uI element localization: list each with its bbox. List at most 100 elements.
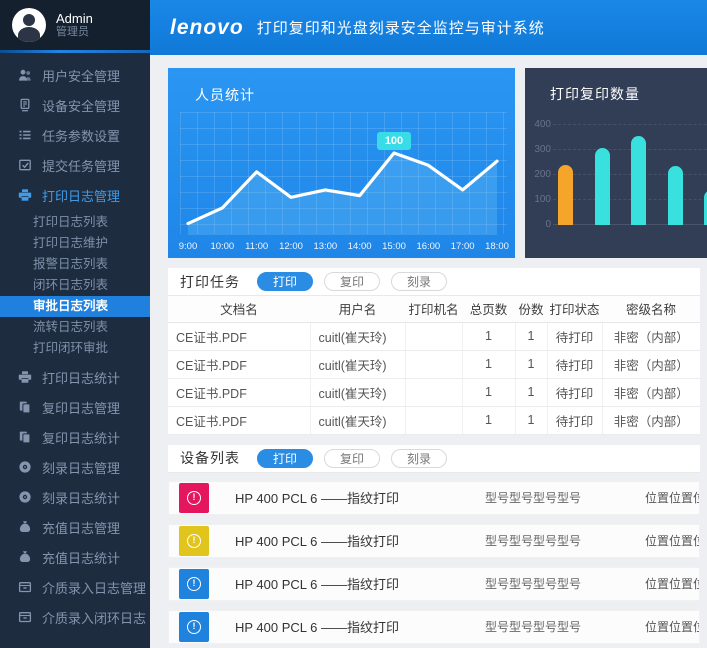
sidebar-item-label: 介质录入闭环日志: [42, 608, 146, 627]
column-header: 用户名: [310, 296, 405, 322]
sidebar-item[interactable]: 打印日志管理: [0, 180, 150, 210]
table-cell: cuitl(崔天玲): [310, 378, 405, 406]
media-icon: [17, 579, 33, 595]
tab-inactive[interactable]: 刻录: [391, 449, 447, 468]
svg-text:18:00: 18:00: [485, 241, 509, 252]
sidebar-item[interactable]: 用户安全管理: [0, 60, 150, 90]
table-row[interactable]: CE证书.PDFcuitl(崔天玲)11待打印非密（内部）: [168, 322, 700, 350]
sidebar-item-label: 任务参数设置: [42, 126, 120, 145]
sidebar-item[interactable]: 介质录入闭环日志: [0, 602, 150, 632]
media-icon: [17, 609, 33, 625]
sidebar-item-label: 复印日志统计: [42, 428, 120, 447]
table-cell: CE证书.PDF: [168, 406, 310, 434]
recharge-icon: [17, 549, 33, 565]
device-row[interactable]: !HP 400 PCL 6 ——指纹打印型号型号型号型号位置位置位置位置: [168, 610, 700, 644]
device-row[interactable]: !HP 400 PCL 6 ——指纹打印型号型号型号型号位置位置位置位置: [168, 481, 700, 515]
sidebar-subitem[interactable]: 闭环日志列表: [0, 275, 150, 296]
svg-text:9:00: 9:00: [179, 241, 198, 252]
device-rows: !HP 400 PCL 6 ——指纹打印型号型号型号型号位置位置位置位置!HP …: [168, 481, 700, 644]
table-row[interactable]: CE证书.PDFcuitl(崔天玲)11待打印非密（内部）: [168, 378, 700, 406]
tab-inactive[interactable]: 复印: [324, 449, 380, 468]
sidebar-item[interactable]: 复印日志管理: [0, 392, 150, 422]
table-cell: 1: [515, 378, 547, 406]
sidebar-subitem[interactable]: 打印日志维护: [0, 233, 150, 254]
table-cell: 1: [462, 406, 515, 434]
sidebar-item[interactable]: 介质录入日志管理: [0, 572, 150, 602]
table-row[interactable]: CE证书.PDFcuitl(崔天玲)11待打印非密（内部）: [168, 406, 700, 434]
tab-inactive[interactable]: 刻录: [391, 272, 447, 291]
print-tasks-table: 文档名用户名打印机名总页数份数打印状态密级名称 CE证书.PDFcuitl(崔天…: [168, 296, 700, 435]
device-security-icon: [17, 97, 33, 113]
table-cell: 非密（内部）: [602, 378, 700, 406]
sidebar-item[interactable]: 提交任务管理: [0, 150, 150, 180]
device-model: 型号型号型号型号: [485, 489, 645, 506]
sidebar-item[interactable]: 打印日志统计: [0, 362, 150, 392]
sidebar-item[interactable]: 刻录日志管理: [0, 452, 150, 482]
sidebar-subitem[interactable]: 流转日志列表: [0, 317, 150, 338]
device-name: HP 400 PCL 6 ——指纹打印: [235, 531, 485, 550]
sidebar-subitem[interactable]: 打印闭环审批: [0, 338, 150, 359]
sidebar-item-label: 设备安全管理: [42, 96, 120, 115]
device-name: HP 400 PCL 6 ——指纹打印: [235, 574, 485, 593]
sidebar-item[interactable]: 刻录日志统计: [0, 482, 150, 512]
chart-tooltip: 100: [377, 132, 411, 150]
table-cell: 待打印: [547, 322, 602, 350]
tab-active[interactable]: 打印: [257, 449, 313, 468]
y-axis-tick: 0: [527, 219, 551, 230]
bar-gridline: [553, 124, 707, 125]
table-cell: 非密（内部）: [602, 322, 700, 350]
sidebar-item[interactable]: 设备安全管理: [0, 90, 150, 120]
sidebar-item[interactable]: 充值日志管理: [0, 512, 150, 542]
disc-icon: [17, 459, 33, 475]
sidebar-item-label: 复印日志管理: [42, 398, 120, 417]
sidebar-item-label: 刻录日志统计: [42, 488, 120, 507]
sidebar-item[interactable]: 复印日志统计: [0, 422, 150, 452]
alert-icon: !: [179, 526, 209, 556]
device-list-title: 设备列表: [180, 448, 240, 468]
bar-gridline: [553, 199, 707, 200]
sidebar-subitem[interactable]: 打印日志列表: [0, 212, 150, 233]
device-location: 位置位置位置位置: [645, 575, 699, 592]
submit-task-icon: [17, 157, 33, 173]
sidebar-item-label: 充值日志统计: [42, 548, 120, 567]
sidebar-item[interactable]: 任务参数设置: [0, 120, 150, 150]
device-row[interactable]: !HP 400 PCL 6 ——指纹打印型号型号型号型号位置位置位置位置: [168, 524, 700, 558]
alert-icon: !: [179, 612, 209, 642]
disc-icon: [17, 489, 33, 505]
column-header: 文档名: [168, 296, 310, 322]
device-list-section: 设备列表 打印复印刻录 !HP 400 PCL 6 ——指纹打印型号型号型号型号…: [168, 445, 700, 644]
table-cell: [405, 350, 462, 378]
table-cell: [405, 378, 462, 406]
sidebar-item-label: 打印日志统计: [42, 368, 120, 387]
svg-text:10:00: 10:00: [210, 241, 234, 252]
sidebar-subitem[interactable]: 审批日志列表: [0, 296, 150, 317]
svg-text:14:00: 14:00: [348, 241, 372, 252]
column-header: 打印机名: [405, 296, 462, 322]
y-axis-tick: 100: [527, 194, 551, 205]
bar-gridline: [553, 174, 707, 175]
sidebar-item[interactable]: 充值日志统计: [0, 542, 150, 572]
table-cell: 待打印: [547, 350, 602, 378]
copy-icon: [17, 429, 33, 445]
tab-active[interactable]: 打印: [257, 272, 313, 291]
y-axis-tick: 400: [527, 119, 551, 130]
y-axis-tick: 300: [527, 144, 551, 155]
sidebar-submenu: 打印日志列表打印日志维护报警日志列表闭环日志列表审批日志列表流转日志列表打印闭环…: [0, 210, 150, 362]
sidebar-subitem[interactable]: 报警日志列表: [0, 254, 150, 275]
table-cell: 1: [462, 322, 515, 350]
bar: [668, 166, 683, 225]
personnel-chart-title: 人员统计: [195, 85, 255, 105]
table-header-row: 文档名用户名打印机名总页数份数打印状态密级名称: [168, 296, 700, 322]
user-block[interactable]: Admin 管理员: [0, 0, 150, 50]
table-row[interactable]: CE证书.PDFcuitl(崔天玲)11待打印非密（内部）: [168, 350, 700, 378]
y-axis-tick: 200: [527, 169, 551, 180]
table-cell: cuitl(崔天玲): [310, 406, 405, 434]
device-row[interactable]: !HP 400 PCL 6 ——指纹打印型号型号型号型号位置位置位置位置: [168, 567, 700, 601]
table-cell: 1: [515, 322, 547, 350]
printer-icon: [17, 187, 33, 203]
svg-text:12:00: 12:00: [279, 241, 303, 252]
print-tasks-title: 打印任务: [180, 272, 240, 292]
table-cell: cuitl(崔天玲): [310, 322, 405, 350]
svg-text:15:00: 15:00: [382, 241, 406, 252]
tab-inactive[interactable]: 复印: [324, 272, 380, 291]
